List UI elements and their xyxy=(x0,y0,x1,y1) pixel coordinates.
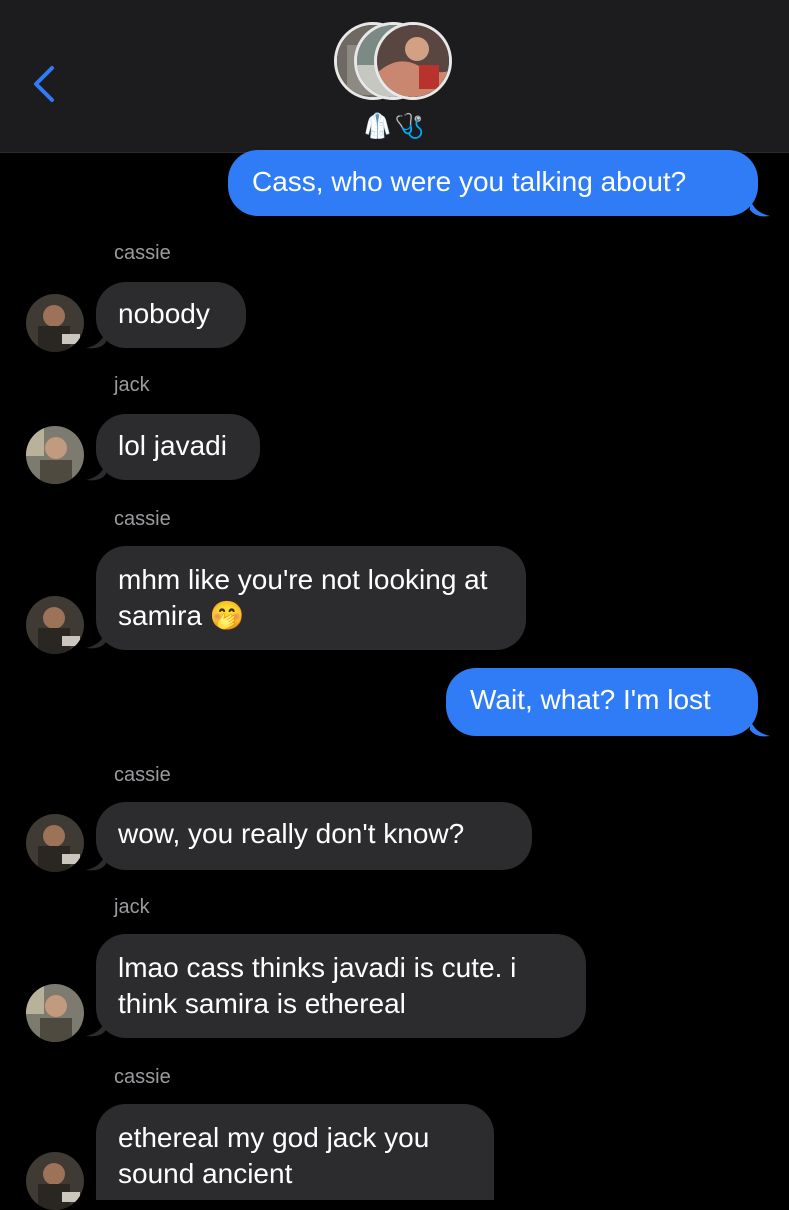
cassie-avatar[interactable] xyxy=(26,1152,84,1210)
sender-name: jack xyxy=(114,896,150,918)
sent-message-bubble[interactable]: Cass, who were you talking about? xyxy=(228,150,758,216)
message-text: lol javadi xyxy=(118,430,227,461)
received-message-bubble[interactable]: lol javadi xyxy=(96,414,260,480)
sent-message-bubble[interactable]: Wait, what? I'm lost xyxy=(446,668,758,736)
message-text: ethereal my god jack you sound ancient xyxy=(118,1122,430,1189)
conversation-header: 🥼🩺 xyxy=(0,0,789,153)
received-message-bubble[interactable]: wow, you really don't know? xyxy=(96,802,532,870)
message-text: nobody xyxy=(118,298,210,329)
message-text: mhm like you're not looking at samira 🤭 xyxy=(118,564,488,631)
received-message-bubble[interactable]: mhm like you're not looking at samira 🤭 xyxy=(96,546,526,650)
message-text: Wait, what? I'm lost xyxy=(470,684,711,715)
cassie-avatar[interactable] xyxy=(26,814,84,872)
bubble-tail xyxy=(86,460,106,481)
sender-name: cassie xyxy=(114,764,171,786)
sender-name: cassie xyxy=(114,242,171,264)
message-text: wow, you really don't know? xyxy=(118,818,465,849)
received-message-bubble[interactable]: ethereal my god jack you sound ancient xyxy=(96,1104,494,1200)
group-name[interactable]: 🥼🩺 xyxy=(0,112,789,141)
received-message-bubble[interactable]: lmao cass thinks javadi is cute. i think… xyxy=(96,934,586,1038)
bubble-tail xyxy=(86,1016,106,1037)
group-avatar-3 xyxy=(374,22,452,100)
group-avatars[interactable] xyxy=(334,22,456,104)
jack-avatar[interactable] xyxy=(26,426,84,484)
jack-avatar[interactable] xyxy=(26,984,84,1042)
sender-name: cassie xyxy=(114,1066,171,1088)
message-text: lmao cass thinks javadi is cute. i think… xyxy=(118,952,517,1019)
sender-name: cassie xyxy=(114,508,171,530)
cassie-avatar[interactable] xyxy=(26,596,84,654)
back-chevron-icon[interactable] xyxy=(26,62,66,106)
message-text: Cass, who were you talking about? xyxy=(252,166,687,197)
received-message-bubble[interactable]: nobody xyxy=(96,282,246,348)
bubble-tail xyxy=(86,628,106,649)
cassie-avatar[interactable] xyxy=(26,294,84,352)
bubble-tail xyxy=(86,850,106,871)
bubble-tail xyxy=(750,716,770,737)
bubble-tail xyxy=(750,196,770,217)
bubble-tail xyxy=(86,328,106,349)
sender-name: jack xyxy=(114,374,150,396)
